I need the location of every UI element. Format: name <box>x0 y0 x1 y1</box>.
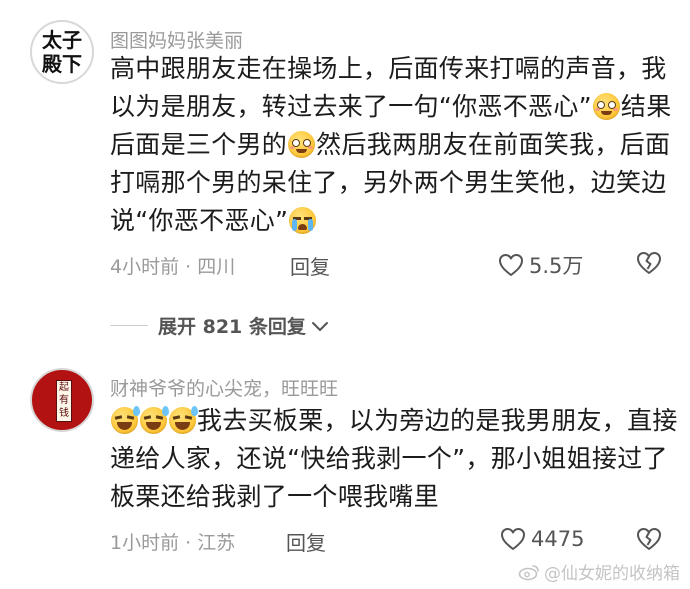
comment-location: 四川 <box>197 256 236 278</box>
comment-text[interactable]: 我去买板栗，以为旁边的是我男朋友，直接递给人家，还说“快给我剥一个”，那小姐姐接… <box>110 402 680 516</box>
heart-outline-icon <box>499 254 523 276</box>
comment-time: 1小时前 <box>110 532 180 554</box>
comment-text-part: 高中跟朋友走在操场上，后面传来打嗝的声音，我以为是朋友，转过去来了一句“你恶不恶… <box>110 54 667 121</box>
comment-meta: 4小时前 · 四川 <box>110 256 236 278</box>
comment-location: 江苏 <box>197 532 236 554</box>
sweat-smile-emoji <box>111 406 140 434</box>
comment-text[interactable]: 高中跟朋友走在操场上，后面传来打嗝的声音，我以为是朋友，转过去来了一句“你恶不恶… <box>110 50 680 240</box>
username[interactable]: 图图妈妈张美丽 <box>110 26 243 53</box>
sweat-smile-emoji <box>169 406 198 434</box>
reply-button[interactable]: 回复 <box>286 527 326 556</box>
divider <box>110 324 148 327</box>
watermark-text: @仙女妮的收纳箱 <box>544 564 680 584</box>
heart-outline-icon <box>501 528 525 550</box>
comment-meta: 1小时前 · 江苏 <box>110 532 236 554</box>
avatar-text-line: 殿下 <box>42 52 82 76</box>
reply-button[interactable]: 回复 <box>290 251 330 280</box>
username[interactable]: 财神爷爷的心尖宠，旺旺旺 <box>110 374 338 401</box>
avatar-text-line: 起 <box>59 382 69 393</box>
avatar-text-line: 钱 <box>59 408 69 419</box>
watermark: @仙女妮的收纳箱 <box>518 559 680 584</box>
avatar[interactable]: 太子 殿下 <box>30 20 94 84</box>
broken-heart-icon[interactable] <box>636 527 662 551</box>
chevron-down-icon <box>311 321 328 331</box>
avatar-text-line: 有 <box>59 395 69 406</box>
avatar-seal: 起 有 钱 <box>56 380 72 422</box>
like-count: 5.5万 <box>529 254 584 278</box>
like-button[interactable]: 5.5万 <box>498 250 583 280</box>
comment-time: 4小时前 <box>110 256 180 278</box>
expand-replies-label: 展开 821 条回复 <box>158 316 306 338</box>
like-count: 4475 <box>531 527 585 551</box>
sweat-smile-emoji <box>140 406 169 434</box>
like-button[interactable]: 4475 <box>500 527 584 551</box>
crying-emoji <box>289 207 317 234</box>
avatar-text-line: 太子 <box>42 28 82 52</box>
weibo-logo-icon <box>518 564 539 580</box>
expand-replies-button[interactable]: 展开 821 条回复 <box>110 312 330 339</box>
avatar[interactable]: 起 有 钱 <box>30 368 94 432</box>
smiling-blush-emoji <box>592 93 620 120</box>
smiling-blush-emoji <box>288 131 316 158</box>
broken-heart-icon[interactable] <box>636 251 662 275</box>
